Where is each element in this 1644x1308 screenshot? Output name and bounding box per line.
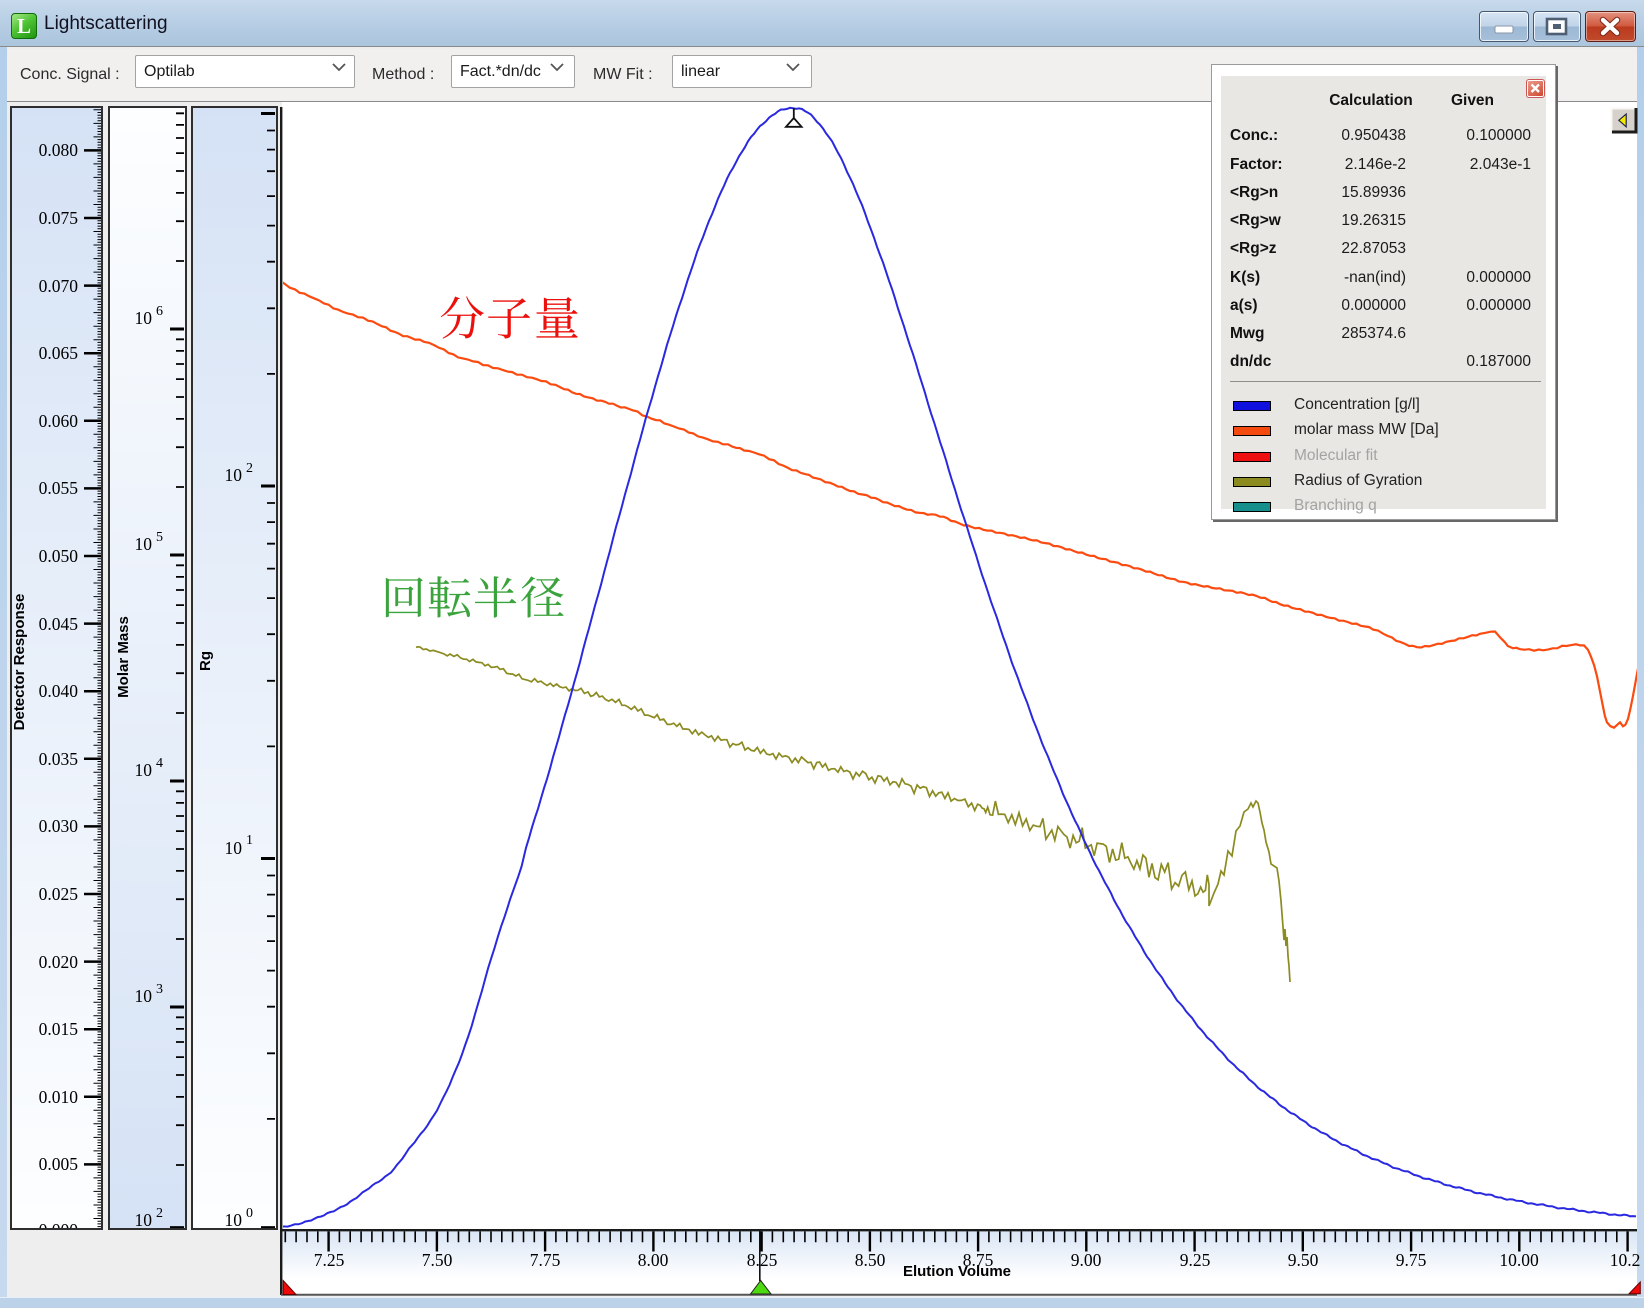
svg-text:0.070: 0.070 [39,276,79,296]
svg-text:0.025: 0.025 [39,884,79,904]
svg-text:0: 0 [246,1206,253,1221]
svg-text:4: 4 [156,756,163,771]
svg-text:8.50: 8.50 [855,1250,886,1270]
svg-text:0.030: 0.030 [39,816,79,836]
svg-text:10: 10 [225,465,243,485]
svg-text:0.075: 0.075 [39,208,79,228]
svg-text:10: 10 [135,1210,153,1230]
svg-text:9.50: 9.50 [1288,1250,1319,1270]
svg-text:0.040: 0.040 [39,681,79,701]
svg-text:3: 3 [156,982,163,997]
svg-text:0.050: 0.050 [39,546,79,566]
svg-text:10: 10 [135,308,153,328]
svg-text:0.060: 0.060 [39,411,79,431]
svg-text:8.25: 8.25 [747,1250,778,1270]
svg-text:9.75: 9.75 [1396,1250,1427,1270]
svg-text:0.055: 0.055 [39,478,79,498]
svg-text:1: 1 [246,833,253,848]
svg-text:0.015: 0.015 [39,1019,79,1039]
svg-text:10: 10 [225,838,243,858]
svg-text:2: 2 [246,461,253,476]
svg-text:10.2: 10.2 [1610,1250,1641,1270]
svg-text:10: 10 [135,760,153,780]
svg-text:2: 2 [156,1206,163,1221]
svg-text:0.035: 0.035 [39,749,79,769]
svg-text:7.50: 7.50 [422,1250,453,1270]
svg-text:10.00: 10.00 [1499,1250,1539,1270]
svg-text:0.065: 0.065 [39,343,79,363]
svg-text:5: 5 [156,530,163,545]
svg-text:Elution Volume: Elution Volume [903,1263,1011,1280]
svg-text:0.020: 0.020 [39,952,79,972]
svg-text:Detector Response: Detector Response [11,594,28,731]
svg-text:0.045: 0.045 [39,614,79,634]
svg-text:Rg: Rg [197,651,214,671]
svg-text:10: 10 [135,986,153,1006]
svg-text:9.25: 9.25 [1180,1250,1211,1270]
svg-text:6: 6 [156,304,163,319]
svg-text:7.75: 7.75 [530,1250,561,1270]
svg-text:10: 10 [135,534,153,554]
svg-text:8.00: 8.00 [638,1250,669,1270]
svg-text:9.00: 9.00 [1071,1250,1102,1270]
svg-text:0.005: 0.005 [39,1154,79,1174]
svg-text:Molar Mass: Molar Mass [115,616,132,698]
svg-text:7.25: 7.25 [314,1250,345,1270]
svg-text:0.010: 0.010 [39,1087,79,1107]
svg-text:10: 10 [225,1210,243,1230]
svg-text:0.080: 0.080 [39,140,79,160]
